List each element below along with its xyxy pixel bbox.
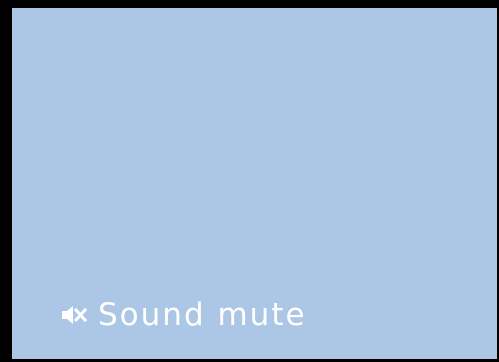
sound-mute-label: Sound mute xyxy=(98,297,307,333)
tv-screen-frame: Sound mute xyxy=(0,0,499,362)
speaker-mute-icon xyxy=(58,300,88,330)
sound-mute-indicator: Sound mute xyxy=(58,295,307,335)
display-area: Sound mute xyxy=(12,8,497,359)
